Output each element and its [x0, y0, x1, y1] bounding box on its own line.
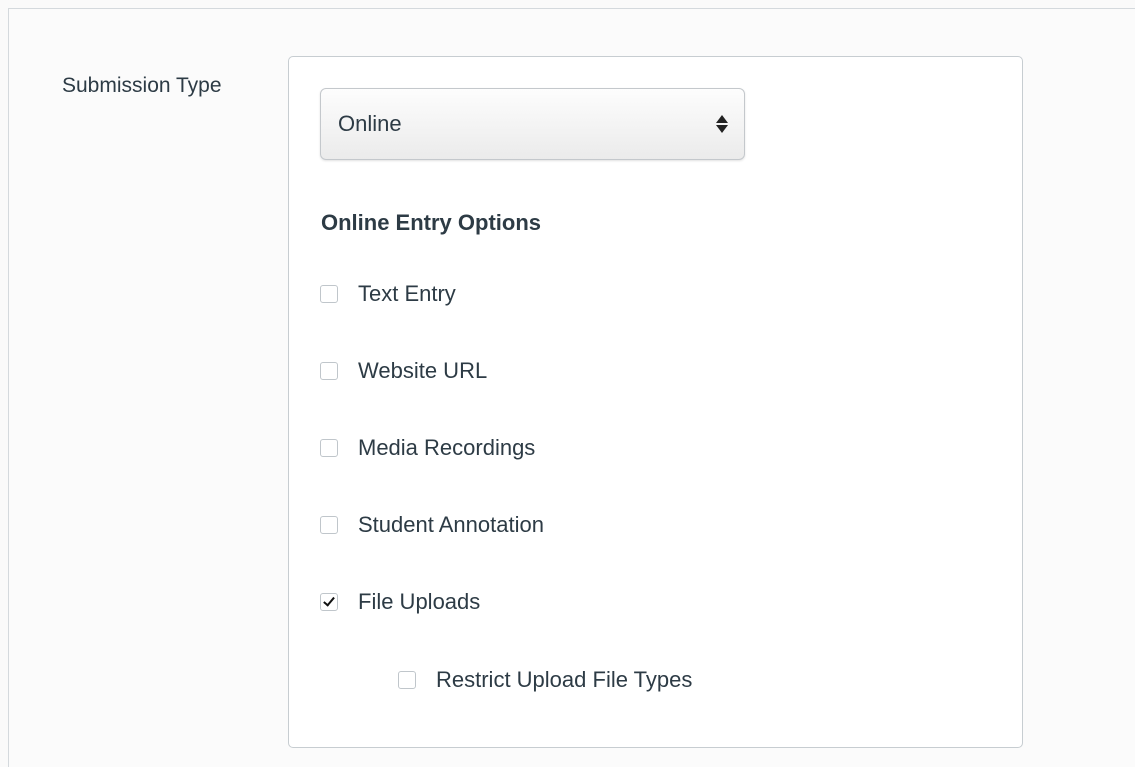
option-label: Student Annotation	[358, 512, 544, 537]
page: Submission Type Online Online Entry Opti…	[0, 0, 1135, 767]
submission-type-panel: Online Online Entry Options Text Entry W…	[288, 56, 1023, 748]
option-restrict-upload-file-types[interactable]: Restrict Upload File Types	[398, 667, 692, 693]
option-text-entry[interactable]: Text Entry	[320, 281, 456, 307]
restrict-upload-file-types-checkbox[interactable]	[398, 671, 416, 689]
option-website-url[interactable]: Website URL	[320, 358, 487, 384]
website-url-checkbox[interactable]	[320, 362, 338, 380]
option-student-annotation[interactable]: Student Annotation	[320, 512, 544, 538]
media-recordings-checkbox[interactable]	[320, 439, 338, 457]
option-media-recordings[interactable]: Media Recordings	[320, 435, 535, 461]
option-label: Restrict Upload File Types	[436, 667, 693, 692]
submission-type-select[interactable]: Online	[320, 88, 745, 160]
settings-card: Submission Type Online Online Entry Opti…	[8, 8, 1135, 767]
check-icon	[323, 594, 335, 607]
option-label: File Uploads	[358, 589, 481, 614]
online-entry-options-title: Online Entry Options	[321, 210, 542, 235]
student-annotation-checkbox[interactable]	[320, 516, 338, 534]
option-label: Media Recordings	[358, 435, 536, 460]
updown-arrow-icon	[716, 113, 728, 135]
text-entry-checkbox[interactable]	[320, 285, 338, 303]
submission-type-select-value: Online	[338, 111, 402, 136]
submission-type-label: Submission Type	[62, 74, 222, 97]
option-label: Text Entry	[358, 281, 456, 306]
option-file-uploads[interactable]: File Uploads	[320, 589, 480, 615]
option-label: Website URL	[358, 358, 488, 383]
file-uploads-checkbox[interactable]	[320, 593, 338, 611]
